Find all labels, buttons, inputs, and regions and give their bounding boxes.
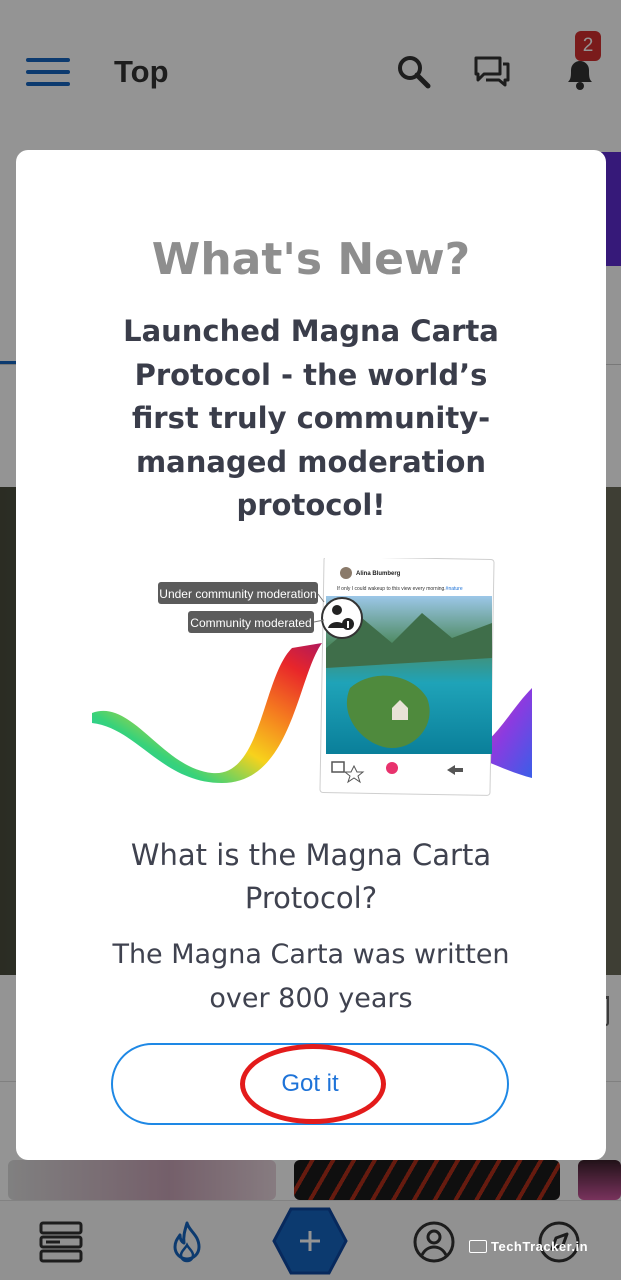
watermark-text: TechTracker.in [491,1238,589,1254]
feature-illustration: Under community moderation Community mod… [92,556,532,803]
heart-icon [386,762,398,774]
avatar [340,567,352,579]
watermark: TechTracker.in [469,1236,588,1256]
faq-answer: The Magna Carta was written over 800 yea… [112,939,510,1014]
watermark-logo-icon [469,1239,487,1253]
whats-new-dialog: What's New? Launched Magna Carta Protoco… [16,150,606,1160]
tag-under-moderation: Under community moderation [159,587,316,601]
dialog-title: What's New? [151,234,471,285]
dialog-headline: Launched Magna Carta Protocol - the worl… [123,314,499,522]
post-caption: If only I could wakeup to this view ever… [337,586,463,592]
faq-question: What is the Magna Carta Protocol? [130,838,492,915]
post-author: Alina Blumberg [356,571,401,577]
moderation-icon [321,597,363,639]
got-it-button[interactable]: Got it [111,1043,509,1125]
ribbon-graphic [92,643,322,783]
tag-moderated: Community moderated [190,616,311,630]
